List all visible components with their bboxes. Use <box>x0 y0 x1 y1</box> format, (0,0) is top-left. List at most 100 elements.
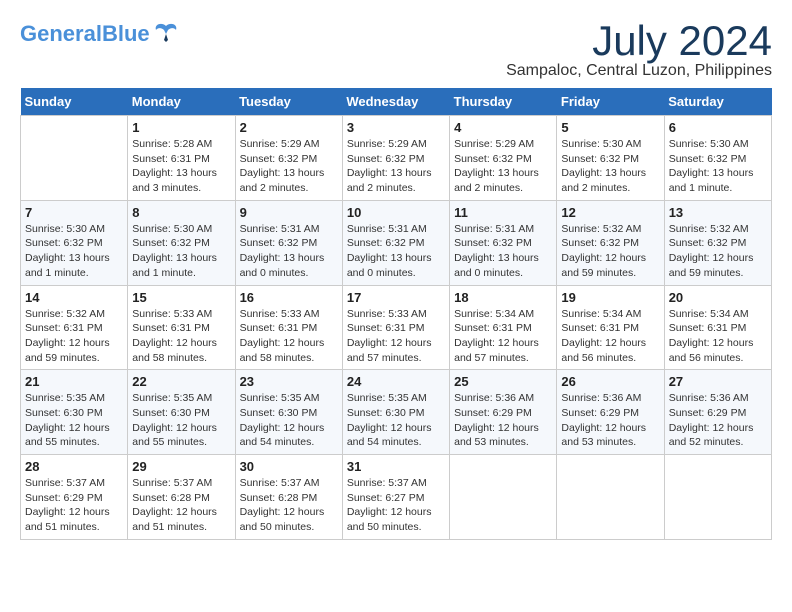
day-number: 21 <box>25 374 123 389</box>
day-info: Sunrise: 5:30 AMSunset: 6:32 PMDaylight:… <box>25 222 123 281</box>
day-info: Sunrise: 5:34 AMSunset: 6:31 PMDaylight:… <box>454 307 552 366</box>
logo-bird-icon <box>152 20 180 48</box>
day-number: 20 <box>669 290 767 305</box>
title-block: July 2024 Sampaloc, Central Luzon, Phili… <box>506 20 772 80</box>
calendar-cell: 21 Sunrise: 5:35 AMSunset: 6:30 PMDayligh… <box>21 370 128 455</box>
day-info: Sunrise: 5:33 AMSunset: 6:31 PMDaylight:… <box>132 307 230 366</box>
month-title: July 2024 <box>506 20 772 62</box>
day-info: Sunrise: 5:35 AMSunset: 6:30 PMDaylight:… <box>347 391 445 450</box>
calendar-cell: 19 Sunrise: 5:34 AMSunset: 6:31 PMDayligh… <box>557 285 664 370</box>
calendar-cell: 26Sunrise: 5:36 AMSunset: 6:29 PMDayligh… <box>557 370 664 455</box>
calendar-cell: 17 Sunrise: 5:33 AMSunset: 6:31 PMDayligh… <box>342 285 449 370</box>
day-info: Sunrise: 5:36 AMSunset: 6:29 PMDaylight:… <box>454 391 552 450</box>
day-info: Sunrise: 5:37 AMSunset: 6:28 PMDaylight:… <box>132 476 230 535</box>
day-info: Sunrise: 5:32 AMSunset: 6:32 PMDaylight:… <box>669 222 767 281</box>
day-header-saturday: Saturday <box>664 88 771 116</box>
day-number: 25 <box>454 374 552 389</box>
day-info: Sunrise: 5:29 AMSunset: 6:32 PMDaylight:… <box>347 137 445 196</box>
day-number: 24 <box>347 374 445 389</box>
day-number: 22 <box>132 374 230 389</box>
day-number: 27 <box>669 374 767 389</box>
week-row-5: 28Sunrise: 5:37 AMSunset: 6:29 PMDayligh… <box>21 455 772 540</box>
calendar-cell <box>21 116 128 201</box>
page-header: GeneralBlue July 2024 Sampaloc, Central … <box>20 20 772 80</box>
day-info: Sunrise: 5:36 AMSunset: 6:29 PMDaylight:… <box>669 391 767 450</box>
calendar-cell: 5 Sunrise: 5:30 AMSunset: 6:32 PMDaylight… <box>557 116 664 201</box>
calendar-cell: 28Sunrise: 5:37 AMSunset: 6:29 PMDayligh… <box>21 455 128 540</box>
calendar-cell: 18 Sunrise: 5:34 AMSunset: 6:31 PMDayligh… <box>450 285 557 370</box>
day-number: 7 <box>25 205 123 220</box>
calendar-cell: 27 Sunrise: 5:36 AMSunset: 6:29 PMDayligh… <box>664 370 771 455</box>
calendar-cell: 3Sunrise: 5:29 AMSunset: 6:32 PMDaylight… <box>342 116 449 201</box>
calendar-cell <box>450 455 557 540</box>
day-header-thursday: Thursday <box>450 88 557 116</box>
calendar-cell: 4 Sunrise: 5:29 AMSunset: 6:32 PMDaylight… <box>450 116 557 201</box>
day-info: Sunrise: 5:29 AMSunset: 6:32 PMDaylight:… <box>240 137 338 196</box>
calendar-cell: 8 Sunrise: 5:30 AMSunset: 6:32 PMDaylight… <box>128 200 235 285</box>
day-number: 31 <box>347 459 445 474</box>
day-info: Sunrise: 5:34 AMSunset: 6:31 PMDaylight:… <box>669 307 767 366</box>
calendar-cell: 23 Sunrise: 5:35 AMSunset: 6:30 PMDayligh… <box>235 370 342 455</box>
week-row-3: 14Sunrise: 5:32 AMSunset: 6:31 PMDayligh… <box>21 285 772 370</box>
day-number: 18 <box>454 290 552 305</box>
calendar-cell: 20 Sunrise: 5:34 AMSunset: 6:31 PMDayligh… <box>664 285 771 370</box>
day-header-monday: Monday <box>128 88 235 116</box>
calendar-cell: 25 Sunrise: 5:36 AMSunset: 6:29 PMDayligh… <box>450 370 557 455</box>
calendar-cell: 2Sunrise: 5:29 AMSunset: 6:32 PMDaylight… <box>235 116 342 201</box>
week-row-1: 1 Sunrise: 5:28 AMSunset: 6:31 PMDaylight… <box>21 116 772 201</box>
calendar-cell: 24 Sunrise: 5:35 AMSunset: 6:30 PMDayligh… <box>342 370 449 455</box>
day-info: Sunrise: 5:37 AMSunset: 6:29 PMDaylight:… <box>25 476 123 535</box>
day-info: Sunrise: 5:31 AMSunset: 6:32 PMDaylight:… <box>240 222 338 281</box>
day-number: 29 <box>132 459 230 474</box>
calendar-cell: 29 Sunrise: 5:37 AMSunset: 6:28 PMDayligh… <box>128 455 235 540</box>
day-header-friday: Friday <box>557 88 664 116</box>
day-header-wednesday: Wednesday <box>342 88 449 116</box>
location: Sampaloc, Central Luzon, Philippines <box>506 62 772 80</box>
day-info: Sunrise: 5:30 AMSunset: 6:32 PMDaylight:… <box>132 222 230 281</box>
logo: GeneralBlue <box>20 20 180 48</box>
day-number: 8 <box>132 205 230 220</box>
calendar-cell <box>664 455 771 540</box>
day-info: Sunrise: 5:32 AMSunset: 6:31 PMDaylight:… <box>25 307 123 366</box>
day-info: Sunrise: 5:35 AMSunset: 6:30 PMDaylight:… <box>25 391 123 450</box>
day-number: 6 <box>669 120 767 135</box>
day-info: Sunrise: 5:30 AMSunset: 6:32 PMDaylight:… <box>561 137 659 196</box>
day-header-tuesday: Tuesday <box>235 88 342 116</box>
day-number: 5 <box>561 120 659 135</box>
day-info: Sunrise: 5:37 AMSunset: 6:28 PMDaylight:… <box>240 476 338 535</box>
day-number: 16 <box>240 290 338 305</box>
day-info: Sunrise: 5:35 AMSunset: 6:30 PMDaylight:… <box>240 391 338 450</box>
day-number: 9 <box>240 205 338 220</box>
calendar-cell: 10Sunrise: 5:31 AMSunset: 6:32 PMDayligh… <box>342 200 449 285</box>
calendar-table: SundayMondayTuesdayWednesdayThursdayFrid… <box>20 88 772 540</box>
day-number: 13 <box>669 205 767 220</box>
day-info: Sunrise: 5:29 AMSunset: 6:32 PMDaylight:… <box>454 137 552 196</box>
day-number: 17 <box>347 290 445 305</box>
day-info: Sunrise: 5:33 AMSunset: 6:31 PMDaylight:… <box>347 307 445 366</box>
calendar-cell: 14Sunrise: 5:32 AMSunset: 6:31 PMDayligh… <box>21 285 128 370</box>
calendar-cell: 30 Sunrise: 5:37 AMSunset: 6:28 PMDayligh… <box>235 455 342 540</box>
logo-text: GeneralBlue <box>20 22 150 46</box>
day-number: 30 <box>240 459 338 474</box>
day-info: Sunrise: 5:34 AMSunset: 6:31 PMDaylight:… <box>561 307 659 366</box>
day-info: Sunrise: 5:31 AMSunset: 6:32 PMDaylight:… <box>347 222 445 281</box>
calendar-cell: 12 Sunrise: 5:32 AMSunset: 6:32 PMDayligh… <box>557 200 664 285</box>
day-number: 12 <box>561 205 659 220</box>
day-number: 23 <box>240 374 338 389</box>
day-info: Sunrise: 5:32 AMSunset: 6:32 PMDaylight:… <box>561 222 659 281</box>
calendar-cell: 13 Sunrise: 5:32 AMSunset: 6:32 PMDayligh… <box>664 200 771 285</box>
calendar-cell: 31Sunrise: 5:37 AMSunset: 6:27 PMDayligh… <box>342 455 449 540</box>
calendar-cell: 22 Sunrise: 5:35 AMSunset: 6:30 PMDayligh… <box>128 370 235 455</box>
day-number: 11 <box>454 205 552 220</box>
day-number: 1 <box>132 120 230 135</box>
day-info: Sunrise: 5:30 AMSunset: 6:32 PMDaylight:… <box>669 137 767 196</box>
day-info: Sunrise: 5:31 AMSunset: 6:32 PMDaylight:… <box>454 222 552 281</box>
calendar-cell: 1 Sunrise: 5:28 AMSunset: 6:31 PMDaylight… <box>128 116 235 201</box>
day-info: Sunrise: 5:28 AMSunset: 6:31 PMDaylight:… <box>132 137 230 196</box>
day-number: 4 <box>454 120 552 135</box>
day-number: 15 <box>132 290 230 305</box>
day-number: 19 <box>561 290 659 305</box>
day-info: Sunrise: 5:33 AMSunset: 6:31 PMDaylight:… <box>240 307 338 366</box>
day-info: Sunrise: 5:35 AMSunset: 6:30 PMDaylight:… <box>132 391 230 450</box>
calendar-cell: 11 Sunrise: 5:31 AMSunset: 6:32 PMDayligh… <box>450 200 557 285</box>
